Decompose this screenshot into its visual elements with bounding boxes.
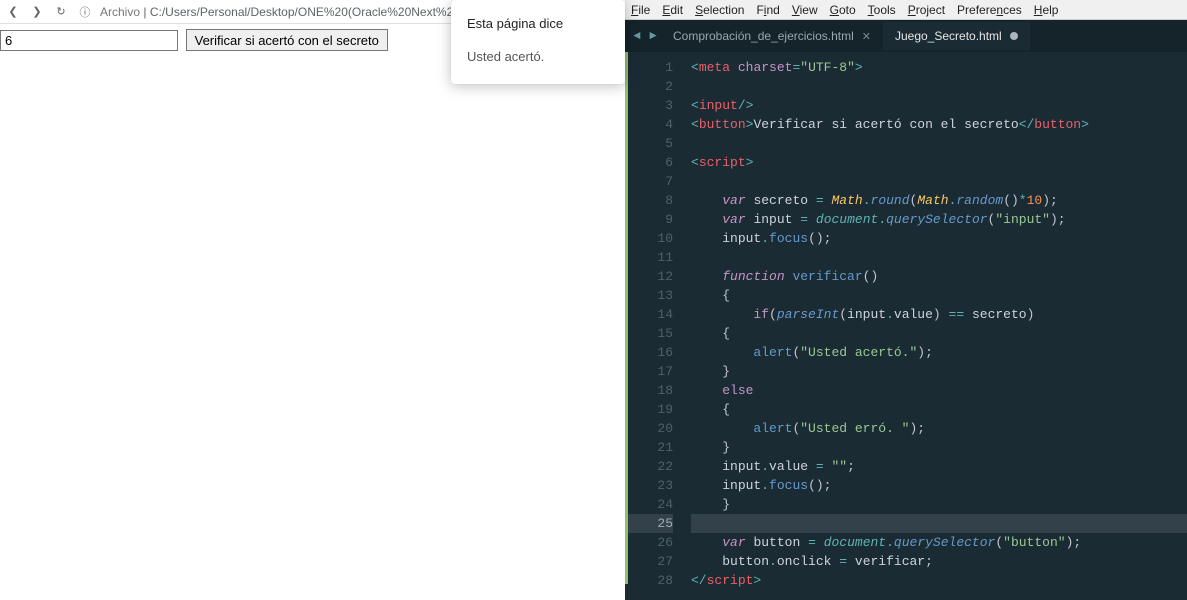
menu-selection[interactable]: Selection xyxy=(695,3,744,17)
info-icon[interactable]: ⓘ xyxy=(76,3,94,21)
menu-goto[interactable]: Goto xyxy=(830,3,856,17)
menu-edit[interactable]: Edit xyxy=(662,3,683,17)
line-gutter: 1234567891011121314151617181920212223242… xyxy=(628,52,681,600)
browser-pane: ❮ ❯ ↻ ⓘ Archivo | C:/Users/Personal/Desk… xyxy=(0,0,625,600)
verify-button[interactable]: Verificar si acertó con el secreto xyxy=(186,29,388,51)
tab-scroll-right-icon[interactable]: ► xyxy=(645,29,661,43)
forward-icon[interactable]: ❯ xyxy=(28,3,46,21)
tab-juego-secreto[interactable]: Juego_Secreto.html xyxy=(883,22,1030,50)
back-icon[interactable]: ❮ xyxy=(4,3,22,21)
editor-menu-bar: File Edit Selection Find View Goto Tools… xyxy=(625,0,1187,20)
code-area: 1234567891011121314151617181920212223242… xyxy=(625,52,1187,600)
tab-scroll-left-icon[interactable]: ◄ xyxy=(629,29,645,43)
code-content[interactable]: <meta charset="UTF-8"> <input/><button>V… xyxy=(681,52,1187,600)
close-icon[interactable]: ✕ xyxy=(862,30,871,43)
menu-preferences[interactable]: Preferences xyxy=(957,3,1022,17)
alert-title: Esta página dice xyxy=(467,16,609,31)
tab-label: Comprobación_de_ejercicios.html xyxy=(673,29,854,43)
editor-tab-bar: ◄ ► Comprobación_de_ejercicios.html ✕ Ju… xyxy=(625,20,1187,52)
tab-comprobacion[interactable]: Comprobación_de_ejercicios.html ✕ xyxy=(661,22,883,50)
menu-help[interactable]: Help xyxy=(1034,3,1059,17)
js-alert: Esta página dice Usted acertó. xyxy=(451,0,625,84)
guess-input[interactable] xyxy=(0,30,178,51)
menu-tools[interactable]: Tools xyxy=(868,3,896,17)
reload-icon[interactable]: ↻ xyxy=(52,3,70,21)
tab-label: Juego_Secreto.html xyxy=(895,29,1002,43)
menu-file[interactable]: File xyxy=(631,3,650,17)
alert-message: Usted acertó. xyxy=(467,49,609,64)
menu-view[interactable]: View xyxy=(792,3,818,17)
menu-project[interactable]: Project xyxy=(908,3,945,17)
menu-find[interactable]: Find xyxy=(756,3,779,17)
editor-pane: File Edit Selection Find View Goto Tools… xyxy=(625,0,1187,600)
dirty-indicator-icon xyxy=(1010,32,1018,40)
